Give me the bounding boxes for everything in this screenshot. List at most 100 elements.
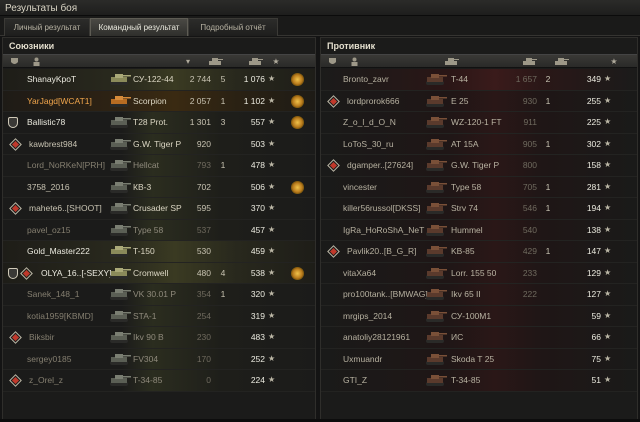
table-row[interactable]: sergey0185 FV304 170 252 ★ — [3, 348, 315, 370]
player-name[interactable]: Z_o_l_d_O_N — [343, 117, 396, 127]
star-icon: ★ — [268, 375, 276, 384]
tank-icon[interactable] — [247, 57, 263, 66]
medal-icon[interactable] — [291, 266, 304, 280]
tank-icon — [425, 329, 447, 345]
medal-icon[interactable] — [291, 116, 304, 129]
player-name[interactable]: 3758_2016 — [27, 182, 70, 192]
player-name[interactable]: dgamper..[27624] — [347, 160, 413, 170]
player-name[interactable]: Bronto_zavr — [343, 74, 389, 84]
table-row[interactable]: kotia1959[KBMD] STA-1 254 319 ★ — [3, 305, 315, 327]
medal-icon[interactable] — [291, 180, 304, 194]
table-row[interactable]: mahete6..[SHOOT] Crusader SP 595 370 ★ — [3, 198, 315, 220]
star-icon: ★ — [268, 224, 276, 234]
player-name[interactable]: Biksbir — [29, 332, 55, 342]
star-icon: ★ — [268, 138, 276, 148]
star-icon[interactable]: ★ — [271, 57, 281, 66]
shield-icon[interactable] — [9, 57, 19, 66]
table-row[interactable]: IgRa_HoRoShA_NeT Hummel 540 138 ★ — [321, 219, 637, 241]
tank-name: СУ-100М1 — [451, 310, 492, 321]
medal-icon[interactable] — [291, 94, 304, 108]
player-name[interactable]: Lord_NoRKeN[PRH] — [27, 160, 105, 170]
player-name[interactable]: killer56russol[DKSS] — [343, 203, 420, 213]
kills-value: 5 — [220, 74, 226, 84]
player-name[interactable]: kawbrest984 — [29, 139, 77, 149]
player-name[interactable]: pavel_oz15 — [27, 225, 70, 235]
table-row[interactable]: vincester Type 58 705 1 281 ★ — [321, 176, 637, 198]
player-name[interactable]: ShanayKpoT — [27, 74, 76, 84]
table-row[interactable]: kawbrest984 G.W. Tiger P 920 503 ★ — [3, 133, 315, 155]
player-name[interactable]: kotia1959[KBMD] — [27, 311, 93, 321]
table-row[interactable]: Ballistic78 T28 Prot. 1 301 3 557 ★ — [3, 112, 315, 134]
tab-personal-result[interactable]: Личный результат — [4, 18, 90, 36]
person-icon[interactable] — [31, 57, 41, 66]
table-row[interactable]: Biksbir Ikv 90 B 230 483 ★ — [3, 327, 315, 349]
table-row[interactable]: LoToS_30_ru AT 15A 905 1 302 ★ — [321, 133, 637, 155]
table-row[interactable]: mrgips_2014 СУ-100М1 59 ★ — [321, 305, 637, 327]
table-row[interactable]: OLYA_16..[-SEXY] Cromwell 480 4 538 ★ — [3, 262, 315, 284]
tank-icon — [425, 179, 447, 195]
damage-value: 254 — [196, 310, 211, 321]
tank-icon[interactable] — [443, 57, 459, 66]
player-name[interactable]: IgRa_HoRoShA_NeT — [343, 225, 424, 235]
medal-icon[interactable] — [291, 73, 304, 86]
table-row[interactable]: Gold_Master222 T-150 530 459 ★ — [3, 241, 315, 263]
damage-value: 540 — [522, 224, 537, 235]
tab-team-result[interactable]: Командный результат — [90, 18, 188, 36]
table-row[interactable]: Pavlik20..[B_G_R] KB-85 429 1 147 ★ — [321, 241, 637, 263]
table-row[interactable]: pro100tank..[BMWAG] Ikv 65 II 222 127 ★ — [321, 284, 637, 306]
table-row[interactable]: Uxmuandr Skoda T 25 75 ★ — [321, 348, 637, 370]
xp-value: 158 — [586, 160, 601, 170]
player-name[interactable]: Pavlik20..[B_G_R] — [347, 246, 416, 256]
table-row[interactable]: z_Orel_z T-34-85 0 224 ★ — [3, 370, 315, 392]
tank-icon[interactable] — [521, 57, 537, 66]
table-row[interactable]: dgamper..[27624] G.W. Tiger P 800 158 ★ — [321, 155, 637, 177]
shield-icon[interactable] — [327, 57, 337, 66]
table-row[interactable]: vitaXa64 Lorr. 155 50 233 129 ★ — [321, 262, 637, 284]
table-row[interactable]: 3758_2016 КВ-3 702 506 ★ — [3, 176, 315, 198]
damage-value: 800 — [522, 160, 537, 170]
table-row[interactable]: lordprorok666 E 25 930 1 255 ★ — [321, 90, 637, 112]
player-name[interactable]: pro100tank..[BMWAG] — [343, 289, 428, 299]
person-icon[interactable] — [349, 57, 359, 66]
tank-icon — [425, 351, 447, 367]
player-name[interactable]: vincester — [343, 182, 377, 192]
xp-value: 281 — [586, 181, 601, 192]
player-name[interactable]: anatoliy28121961 — [343, 332, 410, 342]
player-name[interactable]: lordprorok666 — [347, 96, 399, 106]
sort-arrow-icon[interactable]: ▾ — [183, 57, 193, 66]
player-name[interactable]: Gold_Master222 — [27, 246, 90, 256]
tank-icon — [109, 200, 131, 216]
tank-icon[interactable] — [553, 57, 569, 66]
tank-name: Skoda T 25 — [451, 353, 495, 364]
table-row[interactable]: YarJagd[WCAT1] Scorpion 2 057 1 1 102 ★ — [3, 90, 315, 112]
player-name[interactable]: vitaXa64 — [343, 268, 376, 278]
player-name[interactable]: YarJagd[WCAT1] — [27, 96, 92, 106]
table-row[interactable]: Z_o_l_d_O_N WZ-120-1 FT 911 225 ★ — [321, 112, 637, 134]
table-row[interactable]: Sanek_148_1 VK 30.01 P 354 1 320 ★ — [3, 284, 315, 306]
star-icon: ★ — [604, 160, 612, 169]
player-name[interactable]: mahete6..[SHOOT] — [29, 203, 102, 213]
player-name[interactable]: Ballistic78 — [27, 117, 65, 127]
player-name[interactable]: GTI_Z — [343, 375, 367, 385]
damage-value: 595 — [196, 203, 211, 213]
table-row[interactable]: Bronto_zavr T-44 1 657 2 349 ★ — [321, 69, 637, 91]
player-name[interactable]: Uxmuandr — [343, 354, 382, 364]
tank-icon[interactable] — [207, 57, 223, 66]
table-row[interactable]: Lord_NoRKeN[PRH] Hellcat 793 1 478 ★ — [3, 155, 315, 177]
tank-name: Lorr. 155 50 — [451, 267, 497, 278]
table-row[interactable]: killer56russol[DKSS] Strv 74 546 1 194 ★ — [321, 198, 637, 220]
star-icon: ★ — [268, 95, 276, 105]
star-icon[interactable]: ★ — [609, 57, 619, 66]
player-name[interactable]: z_Orel_z — [29, 375, 63, 385]
table-row[interactable]: GTI_Z T-34-85 51 ★ — [321, 370, 637, 392]
player-name[interactable]: LoToS_30_ru — [343, 139, 394, 149]
tab-detailed-report[interactable]: Подробный отчёт — [188, 18, 278, 36]
player-name[interactable]: mrgips_2014 — [343, 311, 392, 321]
table-row[interactable]: anatoliy28121961 ИС 66 ★ — [321, 327, 637, 349]
player-name[interactable]: Sanek_148_1 — [27, 289, 79, 299]
player-name[interactable]: OLYA_16..[-SEXY] — [41, 268, 112, 278]
table-row[interactable]: pavel_oz15 Type 58 537 457 ★ — [3, 219, 315, 241]
player-name[interactable]: sergey0185 — [27, 354, 71, 364]
table-row[interactable]: ShanayKpoT СУ-122-44 2 744 5 1 076 ★ — [3, 69, 315, 91]
xp-value: 225 — [586, 117, 601, 127]
